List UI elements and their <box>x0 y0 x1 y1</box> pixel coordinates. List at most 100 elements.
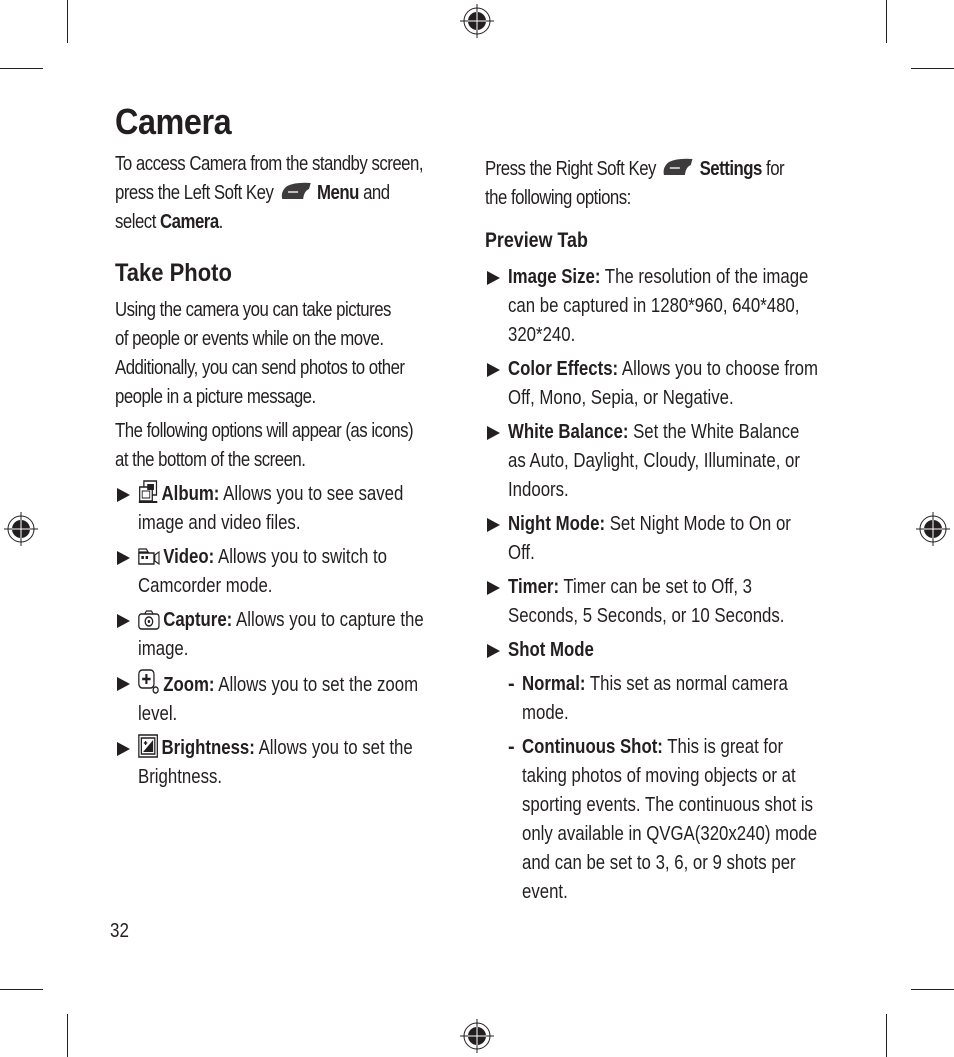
setting-timer: Timer: Timer can be set to Off, 3 Second… <box>485 573 835 631</box>
intro-text: and <box>363 182 390 204</box>
mode-line: and can be set to 3, 6, or 9 shots per <box>522 852 796 874</box>
settings-intro: Press the Right Soft Key Settings for the… <box>485 155 835 213</box>
capture-icon <box>138 610 160 630</box>
option-line: image and video files. <box>138 512 301 534</box>
page-title: Camera <box>115 101 232 142</box>
crop-mark <box>0 68 43 69</box>
dash-bullet: - <box>508 736 515 758</box>
bullet-arrow-icon <box>487 518 500 532</box>
crop-mark <box>911 989 954 990</box>
mode-text: This is great for <box>667 736 784 758</box>
option-line: Camcorder mode. <box>138 575 273 597</box>
bullet-arrow-icon <box>117 488 130 502</box>
paragraph-line: of people or events while on the move. <box>115 328 384 350</box>
bullet-arrow-icon <box>117 677 130 691</box>
setting-label: Image Size: <box>508 266 601 288</box>
setting-line: Timer: Timer can be set to Off, 3 <box>508 573 783 602</box>
mode-line: Continuous Shot: This is great for <box>522 733 785 762</box>
left-soft-key-icon <box>281 182 311 199</box>
intro-line: the following options: <box>485 187 631 209</box>
mode-line: taking photos of moving objects or at <box>522 765 796 787</box>
paragraph-line: Additionally, you can send photos to oth… <box>115 357 405 379</box>
mode-label: Continuous Shot: <box>522 736 663 758</box>
setting-line: Color Effects: Allows you to choose from <box>508 355 818 384</box>
setting-shot-mode: Shot Mode <box>485 636 835 665</box>
setting-white-balance: White Balance: Set the White Balance as … <box>485 418 835 505</box>
intro-text: select <box>115 211 156 233</box>
setting-line: Off. <box>508 542 535 564</box>
setting-text: Set the White Balance <box>633 421 800 443</box>
bullet-arrow-icon <box>487 271 500 285</box>
setting-line: 320*240. <box>508 324 576 346</box>
setting-night-mode: Night Mode: Set Night Mode to On or Off. <box>485 510 835 568</box>
options-paragraph: The following options will appear (as ic… <box>115 417 460 475</box>
setting-color-effects: Color Effects: Allows you to choose from… <box>485 355 835 413</box>
dash-bullet: - <box>508 673 515 695</box>
mode-line: sporting events. The continuous shot is <box>522 794 814 816</box>
setting-line: can be captured in 1280*960, 640*480, <box>508 295 800 317</box>
setting-line: Off, Mono, Sepia, or Negative. <box>508 387 734 409</box>
mode-label: Normal: <box>522 673 586 695</box>
option-line: Brightness: Allows you to set the <box>138 734 413 763</box>
crop-mark <box>886 0 887 43</box>
mode-line: Normal: This set as normal camera <box>522 670 788 699</box>
option-label: Album: <box>161 483 220 505</box>
crop-mark <box>67 1014 68 1057</box>
intro-text: press the Left Soft Key <box>115 182 274 204</box>
setting-line: Shot Mode <box>508 636 783 665</box>
bullet-arrow-icon <box>487 363 500 377</box>
option-brightness: Brightness: Allows you to set the Bright… <box>115 734 460 792</box>
brightness-icon <box>138 734 158 758</box>
registration-mark-icon <box>916 512 950 546</box>
setting-text: Set Night Mode to On or <box>609 513 791 535</box>
option-zoom: Zoom: Allows you to set the zoom level. <box>115 669 460 729</box>
right-column: Press the Right Soft Key Settings for the… <box>485 155 835 912</box>
setting-line: Image Size: The resolution of the image <box>508 263 808 292</box>
intro-text: for <box>766 158 785 180</box>
option-label: Brightness: <box>161 737 255 759</box>
option-text: Allows you to set the <box>258 737 413 759</box>
mode-line: event. <box>522 881 568 903</box>
option-label: Capture: <box>163 609 233 631</box>
zoom-icon <box>138 669 159 694</box>
shot-mode-continuous: - Continuous Shot: This is great for tak… <box>485 733 835 907</box>
option-label: Video: <box>163 546 215 568</box>
intro-line: select Camera. <box>115 208 405 237</box>
bullet-arrow-icon <box>117 742 130 756</box>
intro-line: Press the Right Soft Key Settings for <box>485 155 785 184</box>
option-line: Capture: Allows you to capture the <box>138 606 424 635</box>
setting-label: Timer: <box>508 576 560 598</box>
registration-mark-icon <box>460 4 494 38</box>
option-text: Allows you to set the zoom <box>218 674 419 696</box>
mode-line: only available in QVGA(320x240) mode <box>522 823 818 845</box>
right-soft-key-icon <box>663 158 693 175</box>
crop-mark <box>67 0 68 43</box>
menu-label: Menu <box>317 182 359 204</box>
setting-label: Shot Mode <box>508 639 594 661</box>
setting-label: Color Effects: <box>508 358 619 380</box>
setting-label: Night Mode: <box>508 513 606 535</box>
take-photo-paragraph: Using the camera you can take pictures o… <box>115 296 460 412</box>
option-video: Video: Allows you to switch to Camcorder… <box>115 543 460 601</box>
album-icon <box>138 480 158 503</box>
setting-text: The resolution of the image <box>604 266 809 288</box>
video-icon <box>138 548 160 566</box>
option-line: level. <box>138 703 178 725</box>
option-line: image. <box>138 638 189 660</box>
option-album: Album: Allows you to see saved image and… <box>115 480 460 538</box>
paragraph-line: at the bottom of the screen. <box>115 449 306 471</box>
page-number: 32 <box>110 920 129 942</box>
crop-mark <box>0 989 43 990</box>
paragraph-line: people in a picture message. <box>115 386 316 408</box>
setting-line: as Auto, Daylight, Cloudy, Illuminate, o… <box>508 450 800 472</box>
setting-line: Night Mode: Set Night Mode to On or <box>508 510 791 539</box>
option-line: Brightness. <box>138 766 223 788</box>
shot-mode-normal: - Normal: This set as normal camera mode… <box>485 670 835 728</box>
settings-label: Settings <box>699 158 763 180</box>
option-line: Video: Allows you to switch to <box>138 543 408 572</box>
bullet-arrow-icon <box>487 581 500 595</box>
bullet-arrow-icon <box>117 551 130 565</box>
setting-text: Timer can be set to Off, 3 <box>563 576 753 598</box>
crop-mark <box>886 1014 887 1057</box>
bullet-arrow-icon <box>487 644 500 658</box>
